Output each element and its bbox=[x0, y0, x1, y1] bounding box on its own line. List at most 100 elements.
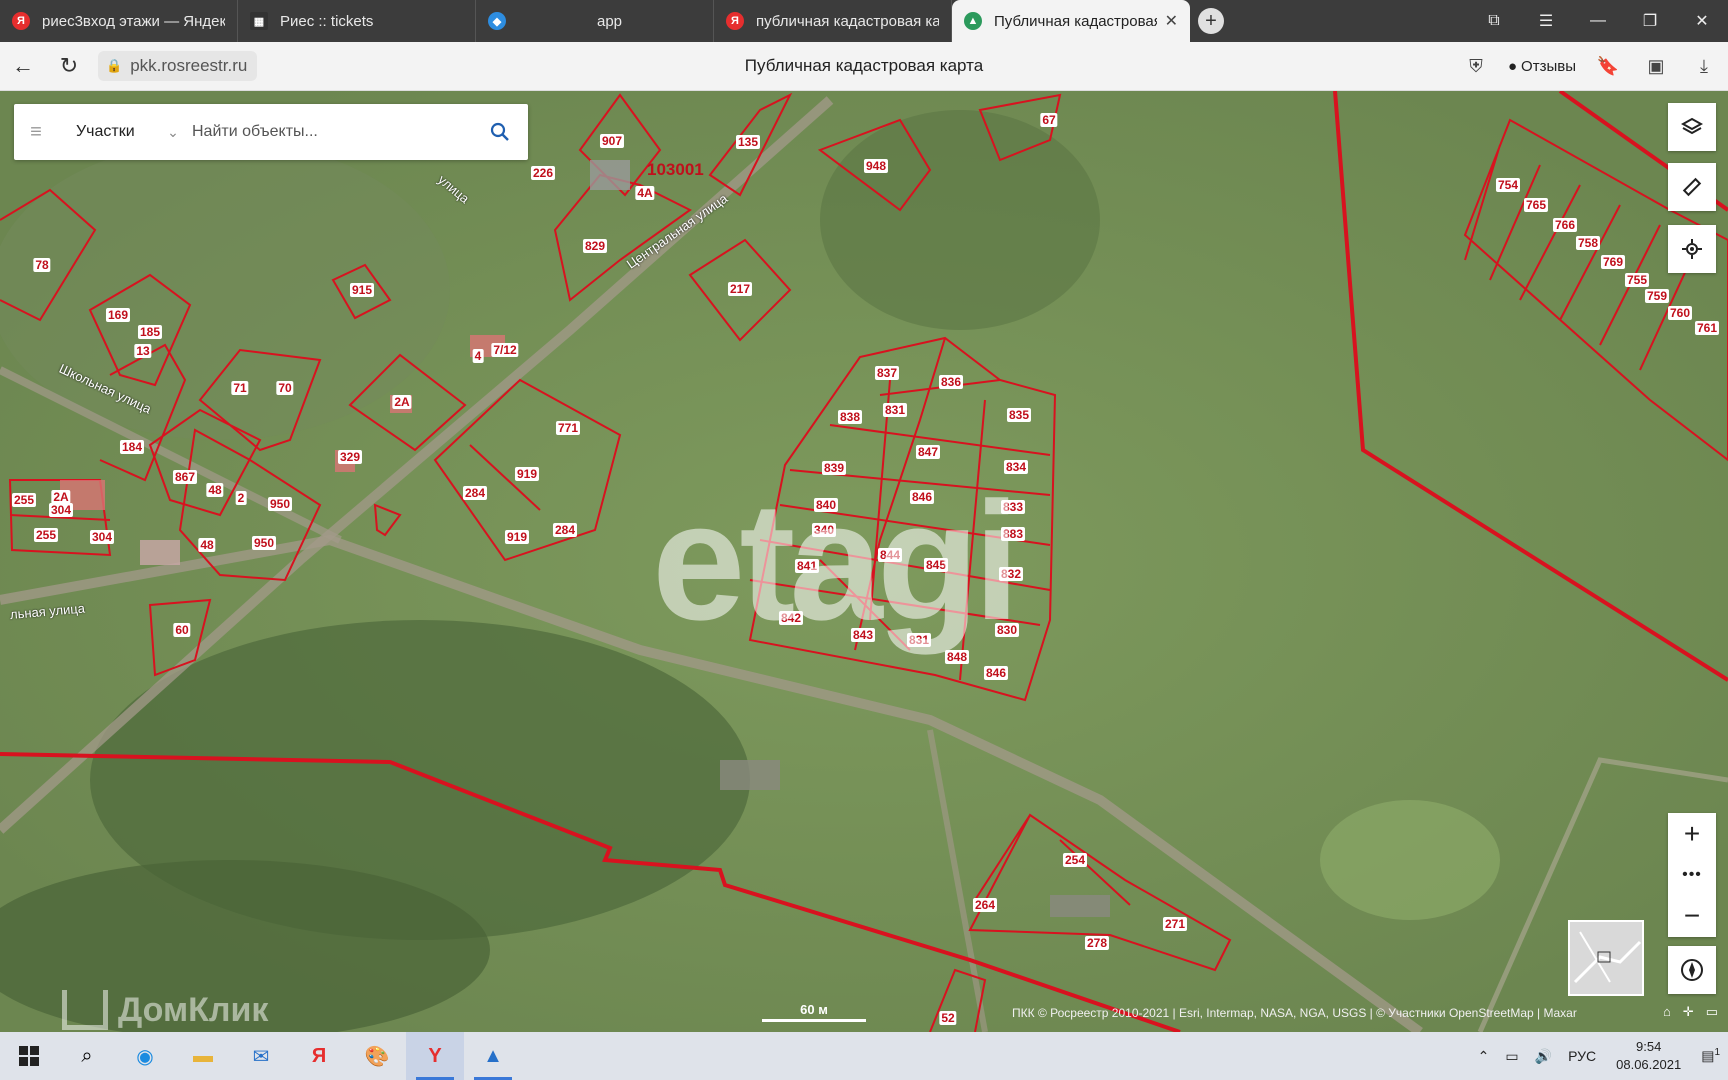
parcel-number-label[interactable]: 226 bbox=[530, 166, 556, 180]
parcel-number-label[interactable]: 760 bbox=[1667, 306, 1693, 320]
bookmark-icon[interactable]: 🔖 bbox=[1584, 42, 1632, 91]
parcel-number-label[interactable]: 950 bbox=[267, 497, 293, 511]
clock[interactable]: 9:54 08.06.2021 bbox=[1604, 1038, 1693, 1074]
parcel-number-label[interactable]: 950 bbox=[251, 536, 277, 550]
parcel-number-label[interactable]: 184 bbox=[119, 440, 145, 454]
parcel-number-label[interactable]: 284 bbox=[552, 523, 578, 537]
parcel-number-label[interactable]: 867 bbox=[172, 470, 198, 484]
home-icon[interactable]: ⌂ bbox=[1663, 1004, 1671, 1020]
parcel-number-label[interactable]: 169 bbox=[105, 308, 131, 322]
parcel-number-label[interactable]: 254 bbox=[1062, 853, 1088, 867]
search-icon[interactable] bbox=[472, 122, 528, 142]
browser-tab[interactable]: ◆ app bbox=[476, 0, 714, 42]
parcel-number-label[interactable]: 4А bbox=[635, 186, 655, 200]
browser-tab-active[interactable]: ▲ Публичная кадастровая карта ✕ bbox=[952, 0, 1190, 42]
parcel-number-label[interactable]: 771 bbox=[555, 421, 581, 435]
parcel-number-label[interactable]: 264 bbox=[972, 898, 998, 912]
browser-tab[interactable]: ▦ Риес :: tickets bbox=[238, 0, 476, 42]
search-icon[interactable]: ⌕ bbox=[58, 1032, 116, 1080]
parcel-number-label[interactable]: 837 bbox=[874, 366, 900, 380]
parcel-number-label[interactable]: 919 bbox=[504, 530, 530, 544]
paint-icon[interactable]: 🎨 bbox=[348, 1032, 406, 1080]
parcel-number-label[interactable]: 70 bbox=[276, 381, 294, 395]
minimap[interactable] bbox=[1568, 920, 1644, 996]
parcel-number-label[interactable]: 2А bbox=[51, 490, 71, 504]
tabs-overview-icon[interactable]: ⧉ bbox=[1468, 0, 1520, 42]
crosshair-icon[interactable]: ✛ bbox=[1683, 1004, 1694, 1020]
windows-start-icon[interactable] bbox=[0, 1032, 58, 1080]
parcel-number-label[interactable]: 829 bbox=[582, 239, 608, 253]
parcel-number-label[interactable]: 271 bbox=[1162, 917, 1188, 931]
parcel-number-label[interactable]: 846 bbox=[983, 666, 1009, 680]
parcel-number-label[interactable]: 217 bbox=[727, 282, 753, 296]
menu-icon[interactable]: ☰ bbox=[1520, 0, 1572, 42]
parcel-number-label[interactable]: 135 bbox=[735, 135, 761, 149]
collections-icon[interactable]: ▣ bbox=[1632, 42, 1680, 91]
parcel-number-label[interactable]: 765 bbox=[1523, 198, 1549, 212]
download-icon[interactable]: ⤓ bbox=[1680, 42, 1728, 91]
ruler-icon[interactable] bbox=[1668, 163, 1716, 211]
close-icon[interactable]: ✕ bbox=[1165, 11, 1178, 31]
parcel-number-label[interactable]: 7/12 bbox=[491, 343, 519, 357]
parcel-number-label[interactable]: 836 bbox=[938, 375, 964, 389]
search-input[interactable] bbox=[188, 123, 472, 141]
parcel-number-label[interactable]: 769 bbox=[1600, 255, 1626, 269]
parcel-number-label[interactable]: 761 bbox=[1694, 321, 1720, 335]
layers-icon[interactable] bbox=[1668, 103, 1716, 151]
parcel-number-label[interactable]: 847 bbox=[915, 445, 941, 459]
parcel-number-label[interactable]: 304 bbox=[48, 503, 74, 517]
notifications-icon[interactable]: ▤1 bbox=[1693, 1047, 1728, 1065]
network-icon[interactable]: ▭ bbox=[1497, 1048, 1526, 1065]
parcel-number-label[interactable]: 835 bbox=[1006, 408, 1032, 422]
browser-tab[interactable]: Я публичная кадастровая карта bbox=[714, 0, 952, 42]
feedback-button[interactable]: ● Отзывы bbox=[1500, 58, 1584, 75]
parcel-number-label[interactable]: 67 bbox=[1040, 113, 1058, 127]
parcel-number-label[interactable]: 255 bbox=[33, 528, 59, 542]
parcel-number-label[interactable]: 838 bbox=[837, 410, 863, 424]
photos-icon[interactable]: ▲ bbox=[464, 1032, 522, 1080]
parcel-number-label[interactable]: 13 bbox=[134, 344, 152, 358]
parcel-number-label[interactable]: 831 bbox=[882, 403, 908, 417]
chevron-down-icon[interactable]: ⌄ bbox=[158, 124, 188, 141]
file-explorer-icon[interactable]: ▬ bbox=[174, 1032, 232, 1080]
parcel-number-label[interactable]: 278 bbox=[1084, 936, 1110, 950]
browser-tab[interactable]: Я риес3вход этажи — Яндекс bbox=[0, 0, 238, 42]
parcel-number-label[interactable]: 759 bbox=[1644, 289, 1670, 303]
chevron-up-icon[interactable]: ⌃ bbox=[1470, 1048, 1498, 1065]
new-tab-button[interactable]: + bbox=[1190, 0, 1232, 42]
compass-icon[interactable] bbox=[1668, 946, 1716, 994]
more-icon[interactable]: ••• bbox=[1682, 866, 1702, 884]
parcel-number-label[interactable]: 52 bbox=[939, 1011, 957, 1025]
parcel-number-label[interactable]: 754 bbox=[1495, 178, 1521, 192]
parcel-number-label[interactable]: 255 bbox=[11, 493, 37, 507]
yandex-browser-icon[interactable]: Y bbox=[406, 1032, 464, 1080]
parcel-number-label[interactable]: 304 bbox=[89, 530, 115, 544]
parcel-number-label[interactable]: 907 bbox=[599, 134, 625, 148]
parcel-number-label[interactable]: 48 bbox=[206, 483, 224, 497]
language-indicator[interactable]: РУС bbox=[1560, 1048, 1604, 1064]
parcel-number-label[interactable]: 919 bbox=[514, 467, 540, 481]
parcel-number-label[interactable]: 48 bbox=[198, 538, 216, 552]
parcel-number-label[interactable]: 71 bbox=[231, 381, 249, 395]
zoom-out-button[interactable]: − bbox=[1668, 895, 1716, 937]
reload-icon[interactable]: ↻ bbox=[46, 42, 92, 91]
parcel-number-label[interactable]: 60 bbox=[173, 623, 191, 637]
parcel-number-label[interactable]: 4 bbox=[472, 349, 484, 363]
restore-icon[interactable]: ❐ bbox=[1624, 0, 1676, 42]
parcel-number-label[interactable]: 758 bbox=[1575, 236, 1601, 250]
back-icon[interactable]: ← bbox=[0, 42, 46, 91]
parcel-number-label[interactable]: 755 bbox=[1624, 273, 1650, 287]
parcel-number-label[interactable]: 766 bbox=[1552, 218, 1578, 232]
close-window-icon[interactable]: ✕ bbox=[1676, 0, 1728, 42]
url-field[interactable]: 🔒 pkk.rosreestr.ru bbox=[98, 51, 258, 81]
parcel-number-label[interactable]: 948 bbox=[863, 159, 889, 173]
fullscreen-icon[interactable]: ▭ bbox=[1706, 1004, 1718, 1020]
parcel-number-label[interactable]: 284 bbox=[462, 486, 488, 500]
locate-icon[interactable] bbox=[1668, 225, 1716, 273]
parcel-number-label[interactable]: 185 bbox=[137, 325, 163, 339]
parcel-number-label[interactable]: 2А bbox=[392, 395, 412, 409]
protect-icon[interactable]: ⛨ bbox=[1452, 42, 1500, 91]
volume-icon[interactable]: 🔊 bbox=[1527, 1048, 1560, 1065]
parcel-number-label[interactable]: 915 bbox=[349, 283, 375, 297]
object-type-select[interactable]: Участки bbox=[58, 123, 158, 141]
